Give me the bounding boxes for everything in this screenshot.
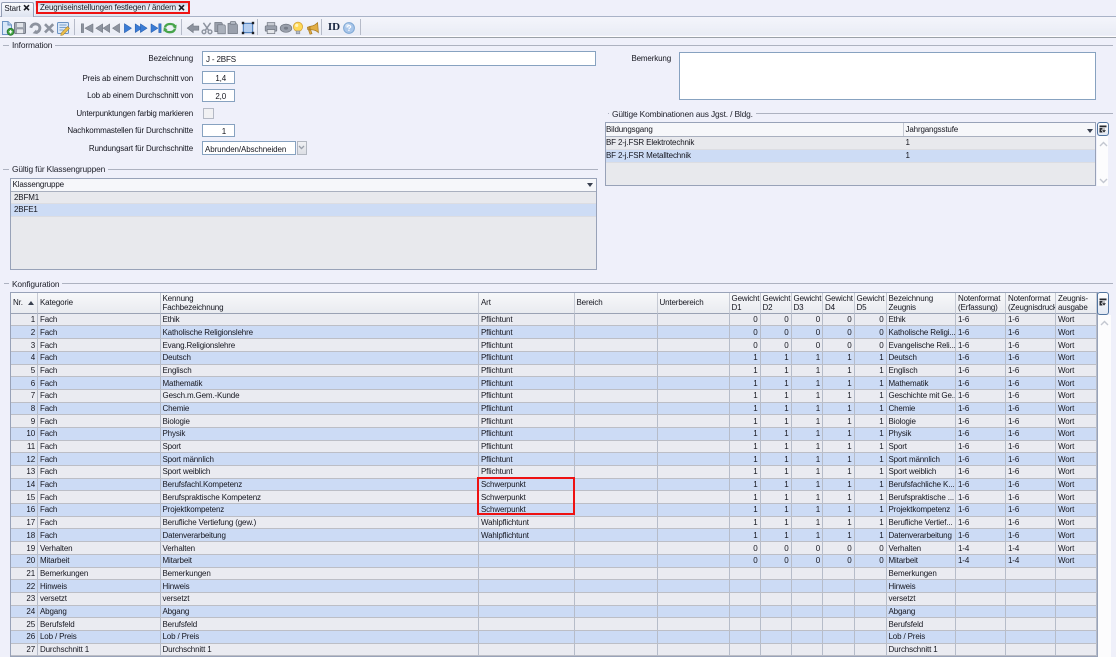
svg-text:?: ? <box>346 23 351 33</box>
